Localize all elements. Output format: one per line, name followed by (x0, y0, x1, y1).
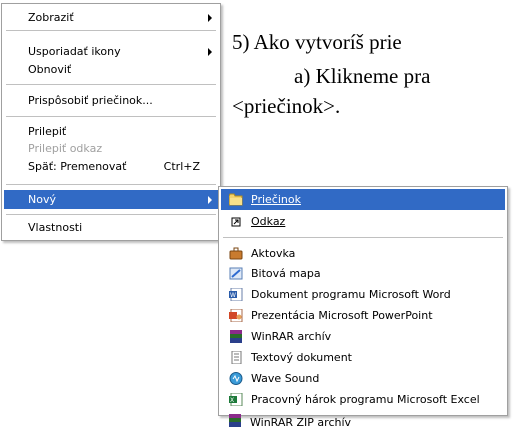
text-document-icon (231, 351, 242, 364)
submenu-item-odkaz[interactable]: Odkaz (221, 211, 505, 232)
submenu-item-powerpoint[interactable]: Prezentácia Microsoft PowerPoint (221, 305, 505, 326)
menu-item-label: Zobraziť (28, 11, 74, 24)
svg-text:W: W (230, 292, 236, 299)
menu-separator (6, 84, 216, 85)
menu-item-label: Späť: Premenovať (28, 160, 127, 173)
submenu-arrow-icon (208, 48, 212, 56)
menu-item-label: Prilepiť (28, 125, 67, 138)
document-line-1: 5) Ako vytvoríš prie (232, 30, 402, 54)
excel-icon: X (229, 393, 243, 406)
submenu-item-label: WinRAR archív (251, 330, 332, 343)
menu-item-label: Nový (28, 193, 56, 206)
submenu-item-label: Wave Sound (251, 372, 320, 385)
submenu-item-label: Pracovný hárok programu Microsoft Excel (251, 393, 480, 406)
submenu-item-label: Priečinok (251, 193, 301, 206)
submenu-item-winrar[interactable]: WinRAR archív (221, 326, 505, 347)
submenu-arrow-icon (208, 196, 212, 204)
winrar-icon (230, 330, 242, 343)
menu-separator (223, 237, 503, 238)
menu-item-novy[interactable]: Nový (4, 190, 218, 209)
submenu-item-textovy-dokument[interactable]: Textový dokument (221, 347, 505, 368)
menu-item-obnovit[interactable]: Obnoviť (4, 60, 218, 79)
shortcut-icon (231, 217, 241, 227)
submenu-item-priecinok[interactable]: Priečinok (221, 189, 505, 210)
document-line-2: a) Klikneme pra (294, 64, 431, 88)
submenu-item-label: WinRAR ZIP archív (250, 416, 352, 429)
new-submenu: Priečinok Odkaz Aktovka Bitová mapa W Do… (218, 186, 508, 416)
menu-separator (6, 184, 216, 185)
submenu-item-aktovka[interactable]: Aktovka (221, 243, 505, 264)
menu-item-label: Prispôsobiť priečinok... (28, 94, 153, 107)
menu-item-shortcut: Ctrl+Z (163, 160, 200, 173)
word-document-icon: W (229, 288, 243, 301)
menu-item-prilepit-odkaz: Prilepiť odkaz (4, 139, 218, 158)
powerpoint-icon (229, 309, 243, 322)
menu-item-usporiadat-ikony[interactable]: Usporiadať ikony (4, 42, 218, 61)
menu-item-zobrazit[interactable]: Zobraziť (4, 8, 218, 27)
menu-item-vlastnosti[interactable]: Vlastnosti (4, 218, 218, 237)
menu-item-label: Vlastnosti (28, 221, 83, 234)
folder-icon (229, 193, 243, 206)
submenu-item-word[interactable]: W Dokument programu Microsoft Word (221, 284, 505, 305)
submenu-item-winrar-zip[interactable]: WinRAR ZIP archív (220, 410, 504, 431)
menu-separator (6, 30, 216, 31)
menu-item-label: Obnoviť (28, 63, 72, 76)
menu-item-prisposobit-priecinok[interactable]: Prispôsobiť priečinok... (4, 91, 218, 110)
menu-item-label: Usporiadať ikony (28, 45, 121, 58)
submenu-item-label: Dokument programu Microsoft Word (251, 288, 451, 301)
submenu-item-wave-sound[interactable]: Wave Sound (221, 368, 505, 389)
document-line-3: <priečinok>. (232, 94, 341, 118)
svg-text:X: X (230, 397, 234, 404)
context-menu: Zobraziť Usporiadať ikony Obnoviť Prispô… (1, 3, 221, 241)
menu-separator (6, 214, 216, 215)
menu-item-spat-premenovat[interactable]: Späť: Premenovať Ctrl+Z (4, 157, 218, 176)
submenu-item-label: Aktovka (251, 247, 296, 260)
submenu-item-label: Textový dokument (251, 351, 352, 364)
submenu-item-label: Prezentácia Microsoft PowerPoint (251, 309, 433, 322)
wave-sound-icon (229, 372, 243, 385)
submenu-item-bitova-mapa[interactable]: Bitová mapa (221, 263, 505, 284)
submenu-arrow-icon (208, 14, 212, 22)
submenu-item-label: Odkaz (251, 215, 286, 228)
menu-item-label: Prilepiť odkaz (28, 142, 103, 155)
winrar-zip-icon (229, 414, 241, 427)
submenu-item-excel[interactable]: X Pracovný hárok programu Microsoft Exce… (221, 389, 505, 410)
menu-separator (6, 116, 216, 117)
submenu-item-label: Bitová mapa (251, 267, 321, 280)
bitmap-icon (229, 267, 243, 280)
briefcase-icon (229, 247, 243, 260)
